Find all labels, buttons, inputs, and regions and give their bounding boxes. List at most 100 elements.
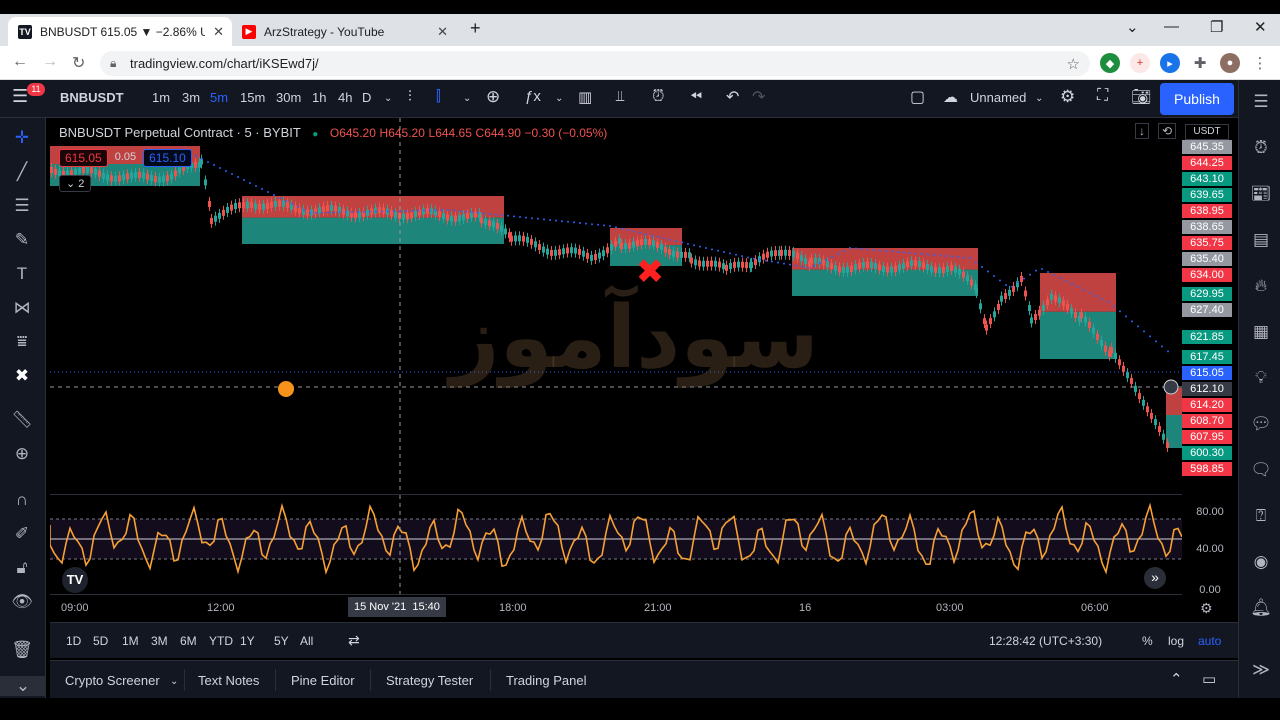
tab-strategy-tester[interactable]: Strategy Tester (386, 673, 473, 688)
clock-timezone[interactable]: 12:28:42 (UTC+3:30) (989, 634, 1102, 648)
interval-15m[interactable]: 15m (240, 90, 265, 105)
interval-30m[interactable]: 30m (276, 90, 301, 105)
scale-settings-gear-icon[interactable]: ⚙︎ (1200, 600, 1213, 617)
symbol-search[interactable]: BNBUSDT (60, 90, 124, 105)
range-1d[interactable]: 1D (66, 634, 81, 648)
stay-in-drawing-icon[interactable]: ✐ (10, 524, 34, 544)
snapshot-camera-icon[interactable]: 📷︎ (1131, 87, 1151, 107)
interval-dropdown-icon[interactable]: ⌄ (384, 93, 392, 104)
interval-D[interactable]: D (362, 90, 371, 105)
goto-date-icon[interactable]: ⇄ (348, 632, 360, 649)
chrome-menu-icon[interactable]: ⋮ (1250, 53, 1270, 73)
url-field[interactable]: 🔒︎ tradingview.com/chart/iKSEwd7j/ ☆ (100, 51, 1090, 76)
reload-icon[interactable]: ↻ (72, 53, 85, 73)
extensions-puzzle-icon[interactable]: ✚ (1190, 53, 1210, 73)
hide-drawings-eye-icon[interactable]: 👁︎ (10, 592, 34, 612)
redo-icon[interactable]: ↷ (752, 87, 765, 107)
profile-avatar[interactable]: ● (1220, 53, 1240, 73)
trash-icon[interactable]: 🗑︎ (10, 640, 34, 660)
range-5d[interactable]: 5D (93, 634, 108, 648)
streams-icon[interactable]: ◉ (1249, 552, 1273, 572)
tab-pine-editor[interactable]: Pine Editor (291, 673, 355, 688)
range-1m[interactable]: 1M (122, 634, 139, 648)
maximize-icon[interactable]: ❐ (1210, 18, 1223, 36)
layout-dropdown-icon[interactable]: ⌄ (1035, 93, 1043, 104)
interval-3m[interactable]: 3m (182, 90, 200, 105)
percent-scale-toggle[interactable]: % (1142, 634, 1153, 648)
currency-label[interactable]: USDT (1185, 124, 1229, 140)
watchlist-icon[interactable]: ☰ (1249, 92, 1273, 112)
screener-dropdown-icon[interactable]: ⌄ (170, 676, 178, 687)
help-icon[interactable]: ⍰ (1249, 506, 1273, 526)
time-axis[interactable]: 09:00 12:00 15 Nov '21 15:40 18:00 21:00… (50, 594, 1182, 620)
templates-icon[interactable]: ⫫ (616, 88, 624, 105)
main-menu-icon[interactable]: ☰ (12, 86, 28, 107)
browser-tab-youtube[interactable]: ▶ ArzStrategy - YouTube ✕ (232, 17, 456, 46)
oscillator-pane[interactable]: TV » (50, 494, 1182, 595)
interval-5m[interactable]: 5m (210, 90, 228, 105)
cloud-save-icon[interactable]: ☁︎ (943, 88, 958, 106)
back-icon[interactable]: ← (12, 53, 28, 71)
messages-icon[interactable]: 🗨︎ (1249, 460, 1273, 480)
extension-icon[interactable]: ◆ (1100, 53, 1120, 73)
collapse-indicators-button[interactable]: ⌄ 2 (59, 175, 92, 192)
hotlists-fire-icon[interactable]: 🔥︎ (1249, 276, 1273, 296)
remove-drawings-icon[interactable]: ✖ (10, 366, 34, 386)
price-scale[interactable]: USDT 645.35 644.25 643.10 639.65 638.95 638.6… (1182, 118, 1238, 616)
scroll-down-icon[interactable]: ↓ (1135, 123, 1149, 139)
layout-select-icon[interactable]: ▢ (910, 87, 925, 107)
close-window-icon[interactable]: ✕ (1254, 18, 1267, 36)
settings-gear-icon[interactable]: ⚙︎ (1060, 87, 1075, 107)
replay-icon[interactable]: ⏪︎ (690, 88, 702, 105)
tab-crypto-screener[interactable]: Crypto Screener (65, 673, 160, 688)
buy-button[interactable]: 615.10 (143, 149, 192, 167)
interval-1m[interactable]: 1m (152, 90, 170, 105)
financials-icon[interactable]: ▥ (578, 88, 592, 106)
trend-line-icon[interactable]: ╱ (10, 162, 34, 182)
publish-button[interactable]: Publish (1160, 83, 1234, 115)
undo-icon[interactable]: ↶ (726, 87, 739, 107)
chats-icon[interactable]: 💬︎ (1249, 414, 1273, 434)
extension-play-icon[interactable]: ▸ (1160, 53, 1180, 73)
new-tab-icon[interactable]: + (470, 18, 481, 39)
alerts-clock-icon[interactable]: ⏰︎ (1249, 138, 1273, 158)
collapse-toolbar-icon[interactable]: ⌄ (0, 676, 46, 696)
close-tab-icon[interactable]: ✕ (213, 24, 224, 40)
range-ytd[interactable]: YTD (209, 634, 233, 648)
collapse-sidebar-icon[interactable]: ≫ (1249, 660, 1273, 680)
range-6m[interactable]: 6M (180, 634, 197, 648)
price-chart-pane[interactable]: ✖ BNBUSDT Perpetual Contract · 5 · BYBIT… (50, 118, 1182, 494)
log-scale-toggle[interactable]: log (1168, 634, 1184, 648)
fullscreen-icon[interactable]: ⛶ (1097, 87, 1108, 105)
bookmark-star-icon[interactable]: ☆ (1067, 55, 1080, 73)
crosshair-icon[interactable]: ✛ (10, 128, 34, 148)
text-tool-icon[interactable]: T (10, 264, 34, 284)
compare-add-icon[interactable]: ⊕ (486, 87, 500, 107)
prediction-tool-icon[interactable]: ⩸ (10, 332, 34, 352)
tab-text-notes[interactable]: Text Notes (198, 673, 259, 688)
chart-type-dropdown-icon[interactable]: ⌄ (463, 93, 471, 104)
browser-tab-tradingview[interactable]: TV BNBUSDT 615.05 ▼ −2.86% Unn ✕ (8, 17, 232, 46)
range-3m[interactable]: 3M (151, 634, 168, 648)
auto-scale-toggle[interactable]: auto (1198, 634, 1221, 648)
lock-drawings-icon[interactable]: 🔓︎ (10, 558, 34, 578)
brush-icon[interactable]: ✎ (10, 230, 34, 250)
maximize-panel-icon[interactable]: ▭ (1202, 670, 1216, 688)
indicators-dropdown-icon[interactable]: ⌄ (555, 93, 563, 104)
pattern-tool-icon[interactable]: ⋈ (10, 298, 34, 318)
layout-name[interactable]: Unnamed (970, 90, 1026, 105)
range-5y[interactable]: 5Y (274, 634, 289, 648)
bar-chart-type-icon[interactable]: ⫶ (408, 88, 412, 105)
tab-trading-panel[interactable]: Trading Panel (506, 673, 586, 688)
zoom-in-icon[interactable]: ⊕ (10, 444, 34, 464)
maximize-pane-icon[interactable]: ⟲ (1158, 123, 1177, 139)
oscillator-canvas[interactable] (50, 495, 1182, 595)
extension-plus-icon[interactable]: + (1130, 53, 1150, 73)
data-window-icon[interactable]: ▤ (1249, 230, 1273, 250)
minimize-icon[interactable]: — (1164, 18, 1179, 35)
magnet-icon[interactable]: ∩ (10, 490, 34, 510)
indicators-fx-icon[interactable]: ƒx (525, 88, 541, 105)
tab-search-icon[interactable]: ⌄ (1126, 18, 1139, 36)
fib-retracement-icon[interactable]: ☰ (10, 196, 34, 216)
candles-chart-type-icon[interactable]: ⫿ (436, 88, 441, 105)
